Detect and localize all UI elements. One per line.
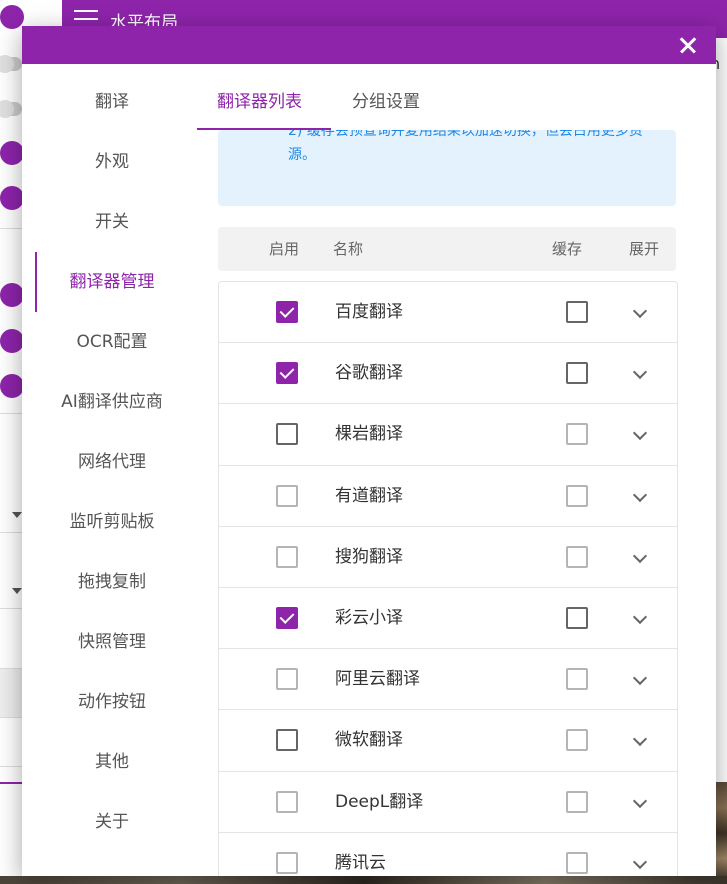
- sidebar-item[interactable]: 开关: [22, 192, 202, 252]
- cache-checkbox[interactable]: [566, 790, 588, 813]
- chevron-down-icon[interactable]: [632, 793, 648, 808]
- cache-checkbox[interactable]: [566, 423, 588, 446]
- column-header-expand: 展开: [629, 240, 660, 258]
- settings-side-nav: 翻译 外观 开关 翻译器管理 OCR配置 AI翻译供应商 网络代理 监听剪贴板 拖拽复制 快照管理…: [22, 72, 202, 852]
- table-row: DeepL翻译: [219, 772, 677, 833]
- background-image: [715, 782, 727, 884]
- sidebar-item[interactable]: AI翻译供应商: [22, 372, 202, 432]
- column-header-name: 名称: [333, 240, 364, 258]
- sidebar-item[interactable]: 拖拽复制: [22, 552, 202, 612]
- dropdown-caret-icon[interactable]: [12, 588, 22, 594]
- chevron-down-icon[interactable]: [632, 609, 648, 625]
- info-text: 2) 缓存会预查询并复用结果以加速切换，但会占用更多资源。: [288, 130, 643, 163]
- translator-name: 腾讯云: [335, 852, 386, 873]
- sidebar-item[interactable]: 监听剪贴板: [22, 492, 202, 552]
- sidebar-item[interactable]: 外观: [22, 132, 202, 192]
- translator-name: 百度翻译: [335, 302, 403, 322]
- enable-checkbox[interactable]: [276, 362, 298, 385]
- chevron-down-icon[interactable]: [632, 732, 648, 747]
- enable-checkbox[interactable]: [276, 851, 298, 874]
- enable-checkbox[interactable]: [276, 484, 298, 507]
- divider: [0, 228, 22, 229]
- sidebar-item[interactable]: 关于: [22, 792, 202, 852]
- cache-checkbox[interactable]: [566, 606, 588, 629]
- cache-checkbox[interactable]: [566, 545, 588, 568]
- background-field: [0, 668, 22, 718]
- translator-table: 百度翻译谷歌翻译棵岩翻译有道翻译搜狗翻译彩云小译阿里云翻译微软翻译 DeepL翻译…: [218, 281, 678, 876]
- sidebar-item[interactable]: 翻译器管理: [22, 252, 202, 312]
- column-header-cache: 缓存: [552, 240, 583, 258]
- cache-checkbox[interactable]: [566, 362, 588, 385]
- sidebar-item[interactable]: 网络代理: [22, 432, 202, 492]
- chevron-down-icon[interactable]: [632, 365, 648, 380]
- sidebar-item[interactable]: 快照管理: [22, 612, 202, 672]
- table-header: 启用 名称 缓存 展开: [218, 227, 676, 271]
- tab-translator-list[interactable]: 翻译器列表: [217, 64, 302, 130]
- translator-management-panel: 翻译器列表 分组设置 2) 缓存会预查询并复用结果以加速切换，但会占用更多资源。…: [197, 64, 716, 876]
- translator-name: 彩云小译: [335, 607, 403, 628]
- table-row: 百度翻译: [219, 282, 677, 344]
- table-row: 搜狗翻译: [219, 527, 677, 588]
- table-row: 腾讯云: [219, 833, 677, 876]
- cache-checkbox[interactable]: [566, 301, 588, 323]
- divider: [0, 608, 22, 609]
- chevron-down-icon[interactable]: [632, 854, 648, 869]
- table-row: 谷歌翻译: [219, 343, 677, 405]
- tab-bar: 翻译器列表 分组设置: [197, 64, 716, 130]
- settings-dialog: 翻译 外观 开关 翻译器管理 OCR配置 AI翻译供应商 网络代理 监听剪贴板 拖拽复制 快照管理…: [22, 26, 716, 876]
- divider: [0, 413, 22, 414]
- translator-name: 棵岩翻译: [335, 424, 403, 445]
- enable-checkbox[interactable]: [276, 545, 298, 568]
- desktop-background: [0, 876, 727, 884]
- table-row: 阿里云翻译: [219, 649, 677, 711]
- sidebar-item[interactable]: 其他: [22, 732, 202, 792]
- translator-name: 有道翻译: [335, 485, 403, 506]
- column-header-enable: 启用: [269, 240, 300, 258]
- translator-name: 微软翻译: [335, 730, 403, 751]
- cache-checkbox[interactable]: [566, 484, 588, 507]
- enable-checkbox[interactable]: [276, 668, 298, 691]
- cache-checkbox[interactable]: [566, 729, 588, 752]
- info-alert: 2) 缓存会预查询并复用结果以加速切换，但会占用更多资源。: [218, 130, 676, 206]
- chevron-down-icon[interactable]: [632, 671, 648, 686]
- chevron-down-icon[interactable]: [632, 303, 648, 319]
- enable-checkbox[interactable]: [276, 729, 298, 752]
- table-row: 有道翻译: [219, 466, 677, 527]
- enable-checkbox[interactable]: [276, 423, 298, 446]
- dialog-title-bar: [22, 26, 716, 64]
- table-row: 微软翻译: [219, 710, 677, 772]
- enable-checkbox[interactable]: [276, 790, 298, 813]
- chevron-down-icon[interactable]: [632, 487, 648, 502]
- translator-name: 阿里云翻译: [335, 669, 420, 690]
- chevron-down-icon[interactable]: [632, 548, 648, 563]
- close-icon[interactable]: [674, 31, 702, 59]
- cache-checkbox[interactable]: [566, 851, 588, 874]
- sidebar-item[interactable]: 翻译: [22, 72, 202, 132]
- enable-checkbox[interactable]: [276, 606, 298, 629]
- translator-name: 谷歌翻译: [335, 363, 403, 384]
- translator-name: DeepL翻译: [335, 791, 424, 812]
- divider: [0, 532, 22, 533]
- divider: [0, 766, 22, 767]
- table-row: 棵岩翻译: [219, 404, 677, 466]
- chevron-down-icon[interactable]: [632, 426, 648, 441]
- enable-checkbox[interactable]: [276, 301, 298, 323]
- dropdown-caret-icon[interactable]: [12, 512, 22, 518]
- sidebar-item[interactable]: OCR配置: [22, 312, 202, 372]
- tab-group-settings[interactable]: 分组设置: [352, 64, 420, 130]
- cache-checkbox[interactable]: [566, 668, 588, 691]
- sidebar-item[interactable]: 动作按钮: [22, 672, 202, 732]
- translator-name: 搜狗翻译: [335, 546, 403, 567]
- table-row: 彩云小译: [219, 588, 677, 650]
